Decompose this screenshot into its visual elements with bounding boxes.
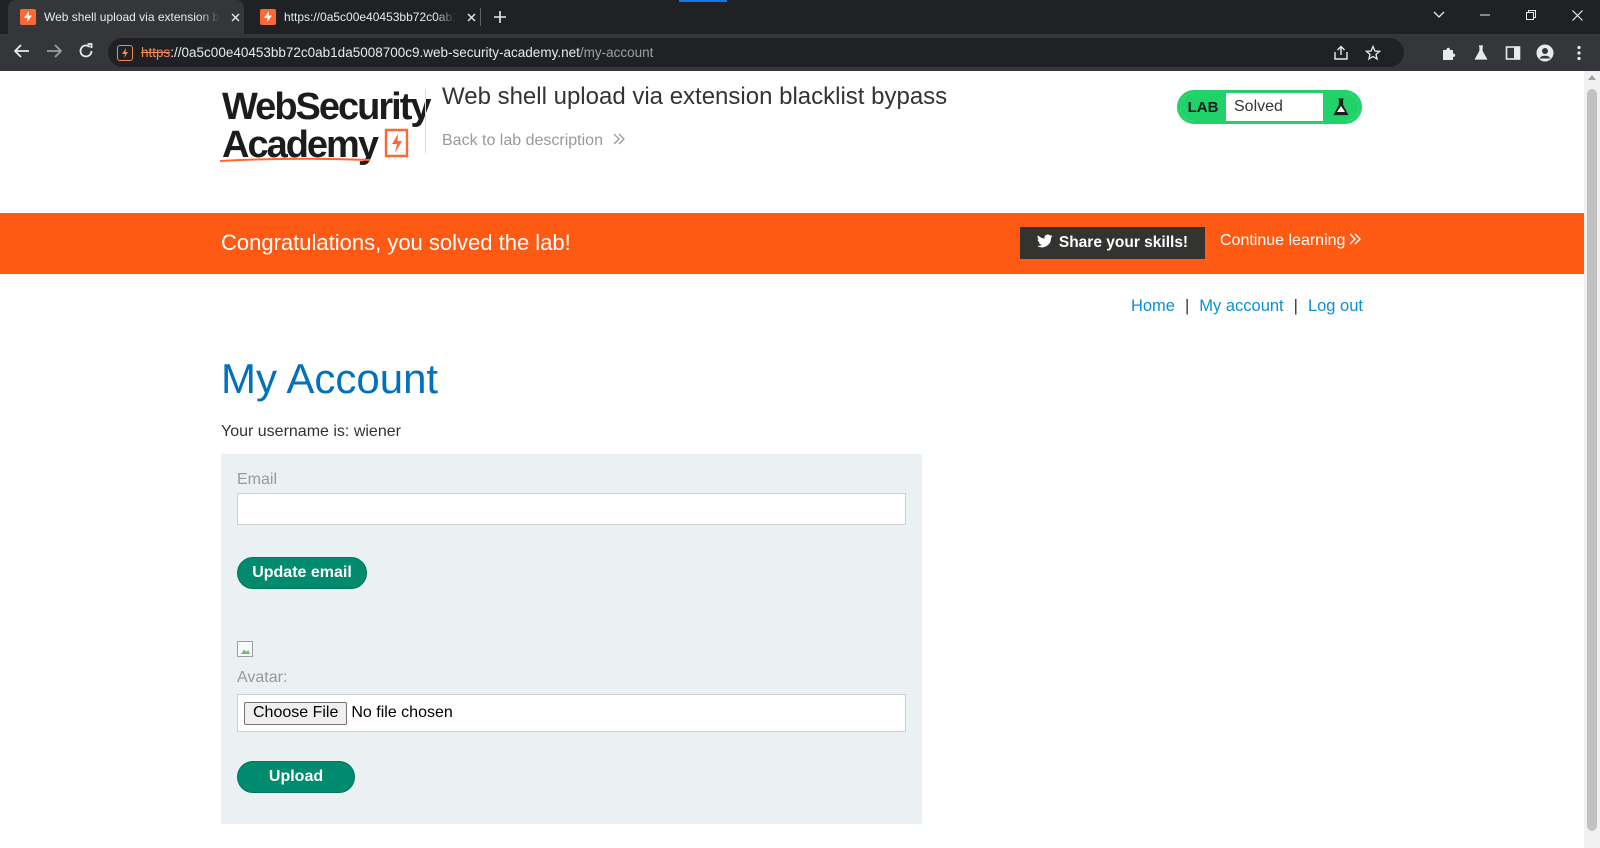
nav-separator: | [1184,297,1190,315]
browser-toolbar: https://0a5c00e40453bb72c0ab1da5008700c9… [0,34,1600,71]
avatar-file-input[interactable]: Choose File No file chosen [237,694,906,732]
continue-learning-link[interactable]: Continue learning [1220,232,1362,250]
avatar-image [237,641,253,657]
file-status-text: No file chosen [351,704,453,721]
tab-title: Web shell upload via extension blacklist… [44,10,220,24]
arrow-right-icon [46,43,63,63]
tab-search-button[interactable] [1416,0,1462,30]
url-text[interactable]: https://0a5c00e40453bb72c0ab1da5008700c9… [141,45,653,60]
twitter-icon [1036,234,1053,253]
flask-icon [1323,93,1359,121]
nav-log-out-link[interactable]: Log out [1308,297,1363,316]
new-tab-button[interactable] [489,6,511,28]
lab-badge-label: LAB [1180,93,1226,121]
url-scheme: https [141,45,171,60]
lab-title: Web shell upload via extension blacklist… [442,83,948,110]
close-icon[interactable] [462,8,480,26]
academy-logo[interactable]: WebSecurity Academy [220,86,431,164]
nav-home-link[interactable]: Home [1131,297,1175,316]
back-button[interactable] [9,40,35,66]
email-field[interactable] [237,493,906,525]
header-divider [425,89,426,153]
browser-tab-bar: Web shell upload via extension blacklist… [0,0,1600,34]
minimize-button[interactable] [1462,0,1508,30]
scroll-up-arrow-icon[interactable] [1588,75,1596,80]
close-icon[interactable] [226,8,244,26]
solved-banner: Congratulations, you solved the lab! Sha… [0,213,1584,274]
nav-my-account-link[interactable]: My account [1199,297,1283,316]
continue-learning-label: Continue learning [1220,232,1346,249]
banner-message: Congratulations, you solved the lab! [221,230,571,255]
back-link-label: Back to lab description [442,132,603,149]
tab-separator [480,8,481,26]
reload-icon [78,42,94,64]
choose-file-button[interactable]: Choose File [244,701,348,725]
url-host: ://0a5c00e40453bb72c0ab1da5008700c9.web-… [170,45,580,60]
star-icon[interactable] [1364,44,1382,62]
side-panel-icon[interactable] [1502,42,1524,64]
avatar-label: Avatar: [237,669,288,686]
reload-button[interactable] [73,40,99,66]
email-label: Email [237,471,278,488]
username-text: Your username is: wiener [221,423,401,440]
tab-title: https://0a5c00e40453bb72c0ab1da5008700c9… [284,10,456,24]
lightning-icon [260,9,276,25]
update-email-button[interactable]: Update email [237,557,367,589]
back-to-lab-description-link[interactable]: Back to lab description [442,132,625,150]
top-nav: Home | My account | Log out [1120,297,1363,316]
logo-underline [220,157,370,162]
logo-bolt-icon [383,127,411,165]
page-scrollbar[interactable] [1584,71,1600,848]
tab-active[interactable]: Web shell upload via extension blacklist… [8,0,244,34]
flask-icon[interactable] [1470,42,1492,64]
page-viewport: WebSecurity Academy Web shell upload via… [0,71,1600,848]
tab-inactive[interactable]: https://0a5c00e40453bb72c0ab1da5008700c9… [248,0,480,34]
lab-status-text: Solved [1234,98,1283,115]
broken-image-icon [241,649,250,654]
lab-status-badge: LAB Solved [1177,90,1362,124]
share-skills-button[interactable]: Share your skills! [1020,227,1205,259]
logo-text-line1: WebSecurity [222,86,431,128]
lightning-icon [20,9,36,25]
upload-button[interactable]: Upload [237,761,355,793]
forward-button[interactable] [41,40,67,66]
address-bar[interactable]: https://0a5c00e40453bb72c0ab1da5008700c9… [108,38,1404,67]
not-secure-icon[interactable] [117,44,133,61]
lab-header: WebSecurity Academy Web shell upload via… [0,71,1584,213]
nav-separator: | [1293,297,1298,315]
double-chevron-right-icon [613,132,625,150]
double-chevron-right-icon [1349,232,1362,250]
person-icon[interactable] [1534,42,1556,64]
arrow-left-icon [13,43,30,63]
close-window-button[interactable] [1554,0,1600,30]
share-skills-label: Share your skills! [1058,234,1189,251]
restore-button[interactable] [1508,0,1554,30]
scrollbar-thumb[interactable] [1587,89,1597,831]
puzzle-icon[interactable] [1438,42,1460,64]
share-icon[interactable] [1332,44,1350,62]
account-form-panel: Email Update email Avatar: Choose File N… [221,454,922,824]
tab-strip-accent [679,0,727,2]
kebab-menu-icon[interactable] [1568,42,1590,64]
page-title: My Account [221,355,439,402]
url-path: /my-account [579,45,654,60]
